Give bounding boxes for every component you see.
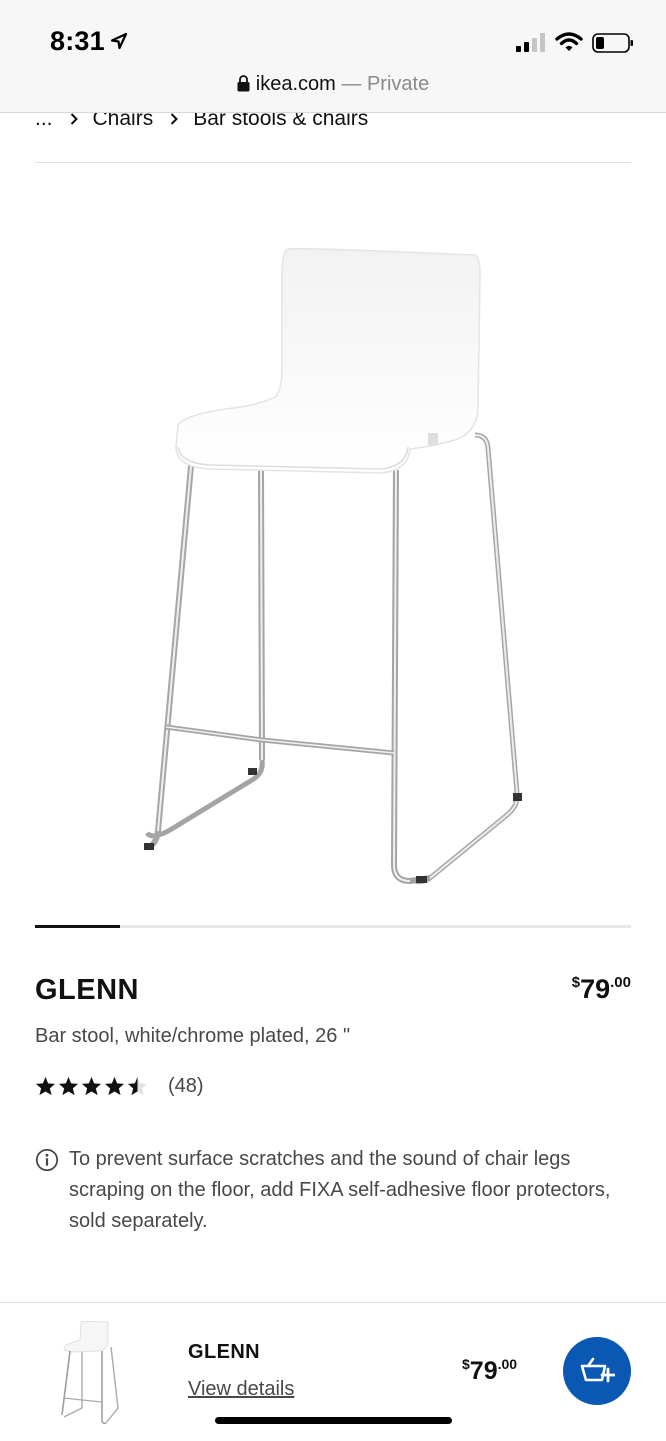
star-full-icon (58, 1076, 79, 1096)
add-to-cart-button[interactable] (563, 1337, 631, 1405)
add-to-basket-icon (580, 1357, 615, 1383)
sticky-price-decimal: .00 (497, 1356, 518, 1372)
battery-icon (592, 33, 633, 53)
sticky-price-currency: $ (462, 1356, 470, 1372)
rating-stars (35, 1076, 148, 1096)
product-description: Bar stool, white/chrome plated, 26 " (35, 1025, 351, 1047)
url-separator: — (341, 73, 362, 95)
info-note-text: To prevent surface scratches and the sou… (69, 1148, 611, 1232)
carousel-active-indicator (35, 925, 120, 928)
home-indicator[interactable] (215, 1417, 452, 1424)
location-arrow-icon (110, 32, 128, 50)
sticky-product-price: $79.00 (462, 1356, 517, 1386)
url-bar[interactable]: ikea.com — Private (0, 73, 666, 96)
sticky-product-name: GLENN (188, 1341, 260, 1363)
product-name: GLENN (35, 974, 139, 1006)
price-currency: $ (571, 974, 581, 991)
product-rating[interactable]: (48) (35, 1073, 204, 1099)
cellular-signal-icon (516, 33, 545, 52)
url-domain: ikea.com (255, 73, 336, 95)
image-carousel-indicator[interactable] (35, 925, 631, 928)
star-full-icon (35, 1076, 56, 1096)
review-count: (48) (168, 1074, 204, 1097)
private-mode-label: Private (366, 73, 430, 95)
view-details-link[interactable]: View details (188, 1378, 294, 1401)
chevron-right-icon (170, 113, 179, 125)
product-image[interactable] (130, 235, 540, 895)
browser-chrome: 8:31 ikea.com — Private (0, 0, 666, 113)
chevron-right-icon (70, 113, 78, 125)
star-half-icon (127, 1076, 148, 1096)
price-integer: 79 (580, 974, 611, 1004)
product-price: $79.00 (572, 974, 631, 1005)
product-info-note: To prevent surface scratches and the sou… (35, 1144, 635, 1237)
status-time: 8:31 (50, 26, 105, 56)
info-icon (35, 1148, 59, 1172)
sticky-price-integer: 79 (469, 1357, 498, 1385)
product-thumbnail[interactable] (54, 1320, 124, 1428)
divider (35, 162, 631, 163)
price-decimal: .00 (610, 974, 631, 991)
lock-icon (237, 75, 250, 92)
wifi-icon (555, 32, 583, 51)
star-full-icon (81, 1076, 102, 1096)
star-full-icon (104, 1076, 125, 1096)
